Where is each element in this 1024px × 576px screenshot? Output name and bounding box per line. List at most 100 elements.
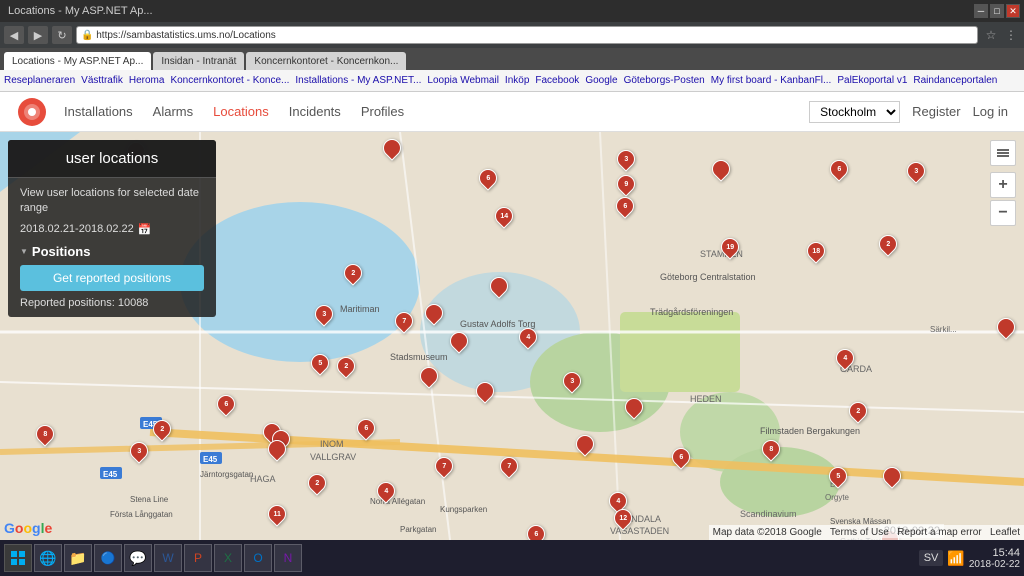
window-maximize-button[interactable]: □	[990, 4, 1004, 18]
address-input[interactable]: 🔒 https://sambastatistics.ums.no/Locatio…	[76, 26, 978, 44]
nav-locations[interactable]: Locations	[213, 100, 269, 123]
browser-tabs: Locations - My ASP.NET Ap... Insidan - I…	[0, 48, 1024, 70]
taskbar-powerpoint[interactable]: P	[184, 544, 212, 572]
svg-text:Stena Line: Stena Line	[130, 495, 169, 504]
bookmark-gp[interactable]: Göteborgs-Posten	[624, 75, 705, 86]
app-navbar: Installations Alarms Locations Incidents…	[0, 92, 1024, 132]
svg-text:Norra Allégatan: Norra Allégatan	[370, 497, 425, 506]
svg-text:Orgyte: Orgyte	[825, 493, 850, 502]
date-value: 2018.02.21-2018.02.22	[20, 223, 134, 235]
bookmark-koncern[interactable]: Koncernkontoret - Konce...	[170, 75, 289, 86]
register-link[interactable]: Register	[912, 104, 960, 119]
svg-text:HAGA: HAGA	[250, 474, 276, 484]
svg-text:Trädgårdsföreningen: Trädgårdsföreningen	[650, 307, 733, 317]
bookmark-paleko[interactable]: PalEkoportal v1	[837, 75, 907, 86]
bookmark-vasttrafik[interactable]: Västtrafik	[81, 75, 123, 86]
window-title: Locations - My ASP.NET Ap...	[8, 5, 153, 17]
svg-text:E45: E45	[203, 455, 218, 464]
svg-text:Göteborg Centralstation: Göteborg Centralstation	[660, 272, 756, 282]
svg-text:Scandinavium: Scandinavium	[740, 509, 797, 519]
bookmarks-bar: Reseplaneraren Västtrafik Heroma Koncern…	[0, 70, 1024, 92]
layers-icon	[995, 145, 1011, 161]
svg-text:HEDEN: HEDEN	[690, 394, 722, 404]
bookmark-inkop[interactable]: Inköp	[505, 75, 529, 86]
app-logo	[16, 96, 48, 128]
google-logo: Google	[4, 520, 52, 536]
calendar-icon[interactable]: 📅	[138, 223, 152, 236]
bookmark-reseplaneraren[interactable]: Reseplaneraren	[4, 75, 75, 86]
svg-text:Parkgatan: Parkgatan	[400, 525, 436, 534]
taskbar-folder[interactable]: 📁	[64, 544, 92, 572]
city-select[interactable]: Stockholm Göteborg	[809, 101, 900, 123]
start-button[interactable]	[4, 544, 32, 572]
svg-text:Maritiman: Maritiman	[340, 304, 380, 314]
svg-text:E45: E45	[143, 420, 158, 429]
clock: 15:44 2018-02-22	[969, 547, 1020, 570]
network-icon: 📶	[947, 550, 964, 567]
login-link[interactable]: Log in	[973, 104, 1008, 119]
nav-installations[interactable]: Installations	[64, 100, 133, 123]
taskbar-excel[interactable]: X	[214, 544, 242, 572]
taskbar-system: SV 📶 15:44 2018-02-22	[919, 547, 1020, 570]
left-panel: user locations View user locations for s…	[8, 140, 216, 317]
taskbar-skype[interactable]: 💬	[124, 544, 152, 572]
date-display: 2018-02-22	[969, 559, 1020, 570]
nav-right: Stockholm Göteborg Register Log in	[809, 101, 1008, 123]
svg-text:STAMPEN: STAMPEN	[700, 249, 743, 259]
browser-star-button[interactable]: ☆	[982, 26, 1000, 44]
browser-back-button[interactable]: ◀	[4, 26, 24, 44]
get-positions-button[interactable]: Get reported positions	[20, 265, 204, 291]
svg-text:Första Långgatan: Första Långgatan	[110, 510, 173, 519]
svg-text:GÄRDA: GÄRDA	[840, 364, 872, 374]
nav-profiles[interactable]: Profiles	[361, 100, 404, 123]
nav-links: Installations Alarms Locations Incidents…	[64, 100, 809, 123]
browser-menu-button[interactable]: ⋮	[1002, 26, 1020, 44]
svg-text:Särkil...: Särkil...	[930, 325, 957, 334]
svg-text:VALLGRAV: VALLGRAV	[310, 452, 356, 462]
bookmark-loopia[interactable]: Loopia Webmail	[427, 75, 499, 86]
taskbar-word[interactable]: W	[154, 544, 182, 572]
browser-forward-button[interactable]: ▶	[28, 26, 48, 44]
bookmark-google[interactable]: Google	[585, 75, 617, 86]
window-close-button[interactable]: ✕	[1006, 4, 1020, 18]
svg-text:INOM: INOM	[320, 439, 344, 449]
zoom-in-button[interactable]: +	[990, 172, 1016, 198]
map-attribution: Map data ©2018 Google Terms of Use Repor…	[709, 525, 1024, 540]
window-minimize-button[interactable]: ─	[974, 4, 988, 18]
nav-alarms[interactable]: Alarms	[153, 100, 193, 123]
window-chrome: Locations - My ASP.NET Ap... ─ □ ✕	[0, 0, 1024, 22]
svg-text:Kungsparken: Kungsparken	[440, 505, 487, 514]
map-controls: + −	[990, 140, 1016, 226]
main-content: INOM VALLGRAV LANDALA VASASTADEN MASTHUG…	[0, 132, 1024, 540]
svg-text:Gustav Adolfs Torg: Gustav Adolfs Torg	[460, 319, 535, 329]
bookmark-heroma[interactable]: Heroma	[129, 75, 165, 86]
svg-text:E45: E45	[103, 470, 118, 479]
reported-positions-label: Reported positions: 10088	[20, 297, 204, 309]
positions-section-title: Positions	[20, 244, 204, 259]
bookmark-installations[interactable]: Installations - My ASP.NET...	[295, 75, 421, 86]
taskbar-outlook[interactable]: O	[244, 544, 272, 572]
svg-text:Filmstaden Bergakungen: Filmstaden Bergakungen	[760, 426, 860, 436]
bookmark-kanban[interactable]: My first board - KanbanFl...	[711, 75, 832, 86]
layers-button[interactable]	[990, 140, 1016, 166]
taskbar-chrome[interactable]: 🔵	[94, 544, 122, 572]
tab-insidan[interactable]: Insidan - Intranät	[153, 52, 244, 70]
panel-body: View user locations for selected date ra…	[8, 178, 216, 317]
browser-refresh-button[interactable]: ↻	[52, 26, 72, 44]
bookmark-facebook[interactable]: Facebook	[535, 75, 579, 86]
svg-text:Stadsmuseum: Stadsmuseum	[390, 352, 448, 362]
nav-incidents[interactable]: Incidents	[289, 100, 341, 123]
language-indicator: SV	[919, 550, 944, 566]
tab-locations[interactable]: Locations - My ASP.NET Ap...	[4, 52, 151, 70]
zoom-out-button[interactable]: −	[990, 200, 1016, 226]
taskbar-onenote[interactable]: N	[274, 544, 302, 572]
taskbar: 🌐 📁 🔵 💬 W P X O N SV 📶 15:44 2018-02-22	[0, 540, 1024, 576]
window-title-bar: Locations - My ASP.NET Ap...	[4, 5, 153, 17]
taskbar-ie[interactable]: 🌐	[34, 544, 62, 572]
panel-description: View user locations for selected date ra…	[20, 186, 204, 217]
bookmark-raindance[interactable]: Raindanceportalen	[913, 75, 997, 86]
svg-text:BÖ: BÖ	[830, 480, 842, 489]
tab-koncern[interactable]: Koncernkontoret - Koncernkon...	[246, 52, 406, 70]
browser-address-bar: ◀ ▶ ↻ 🔒 https://sambastatistics.ums.no/L…	[0, 22, 1024, 48]
svg-text:VASASTADEN: VASASTADEN	[610, 526, 669, 536]
